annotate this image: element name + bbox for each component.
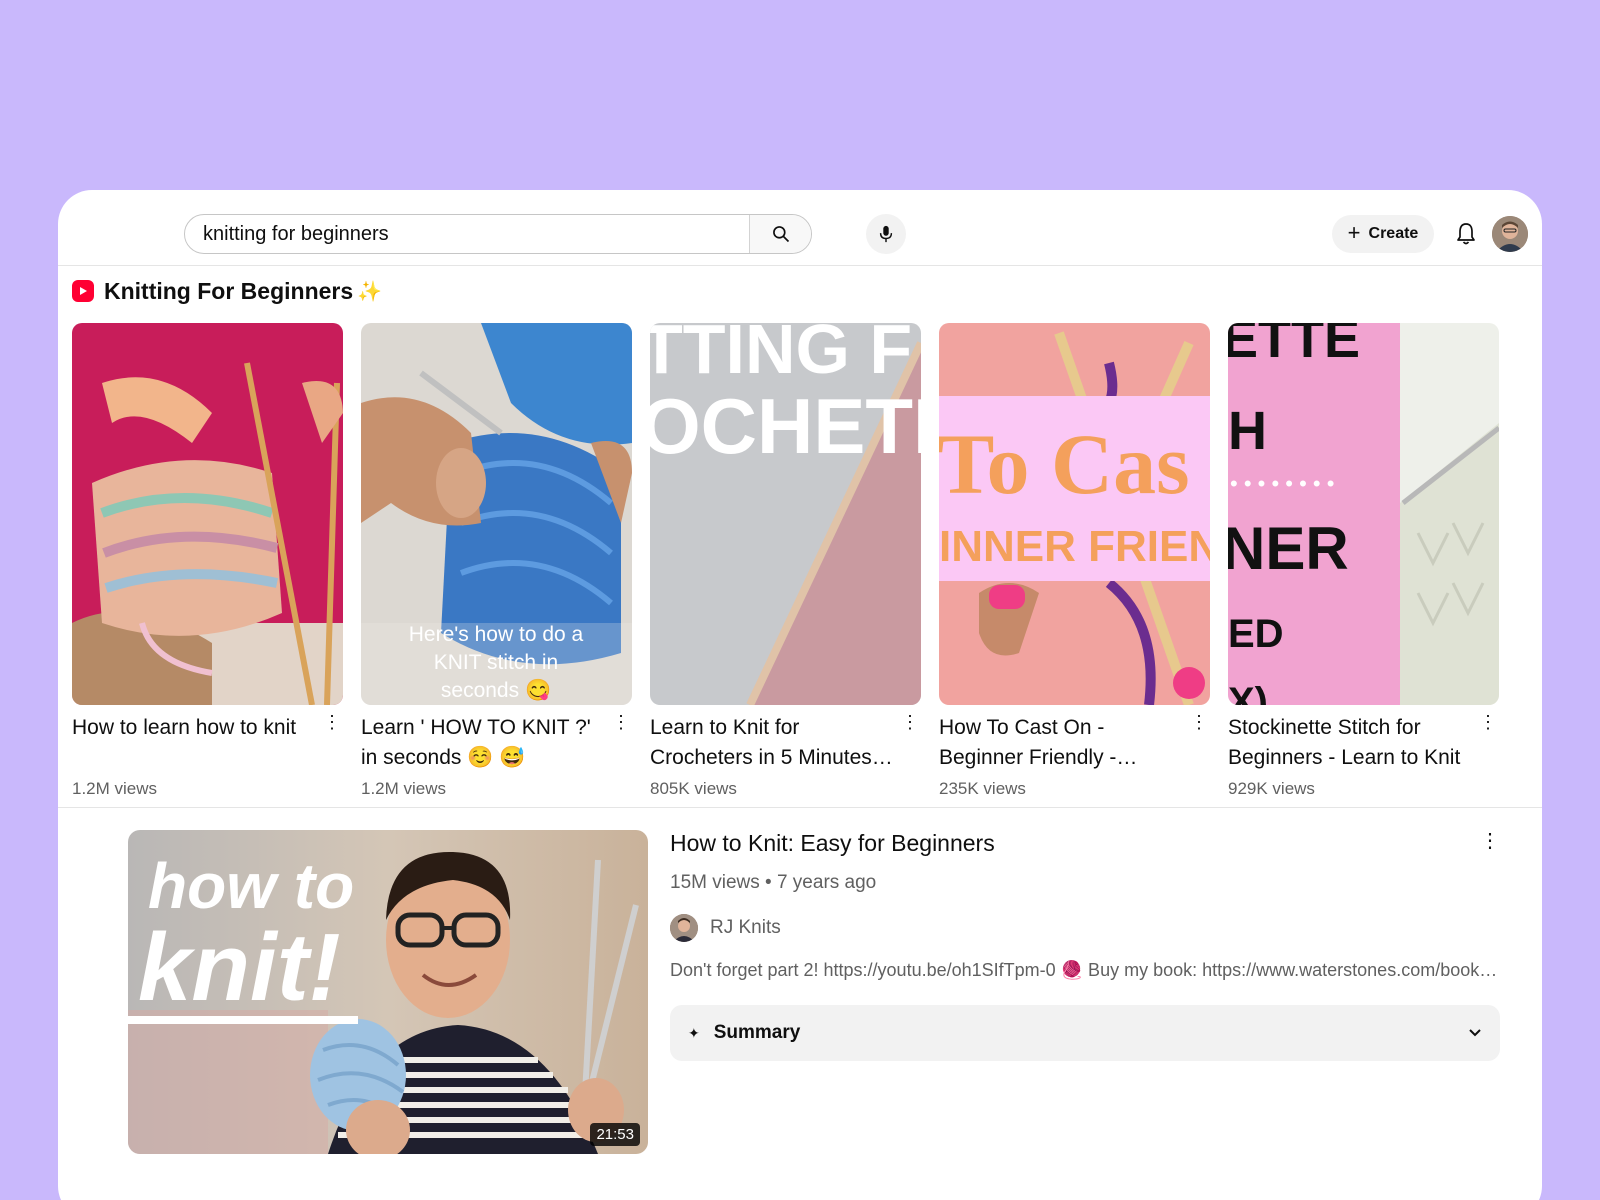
svg-text:• • • • • • • •: • • • • • • • • xyxy=(1230,471,1334,496)
video-description: Don't forget part 2! https://youtu.be/oh… xyxy=(670,960,1500,980)
summary-label: Summary xyxy=(713,1022,801,1043)
channel-link[interactable]: RJ Knits xyxy=(670,914,781,942)
short-title[interactable]: How To Cast On - Beginner Friendly -… xyxy=(939,713,1183,773)
sparkle-emoji: ✨ xyxy=(357,280,383,303)
short-thumbnail[interactable]: Here's how to do a KNIT stitch in second… xyxy=(361,323,632,705)
thumbnail-text-line1: how to xyxy=(148,850,354,922)
short-thumbnail[interactable]: ETTE H • • • • • • • • NER ED X) xyxy=(1228,323,1499,705)
more-options-icon[interactable]: ⋮ xyxy=(1479,713,1497,737)
more-options-icon[interactable]: ⋮ xyxy=(1190,713,1208,737)
more-options-icon[interactable]: ⋮ xyxy=(901,713,919,737)
svg-text:ED: ED xyxy=(1228,612,1284,656)
microphone-icon xyxy=(879,225,893,243)
notifications-button[interactable] xyxy=(1448,216,1484,252)
svg-text:OCHETE: OCHETE xyxy=(650,382,921,470)
svg-text:To Cas: To Cas xyxy=(939,416,1190,512)
summary-dropdown[interactable]: ✦ Summary xyxy=(670,1005,1500,1061)
svg-text:KNIT stitch in: KNIT stitch in xyxy=(434,651,558,674)
svg-text:TTING F: TTING F xyxy=(650,323,912,388)
short-thumbnail[interactable]: TTING F OCHETE xyxy=(650,323,921,705)
more-options-icon[interactable]: ⋮ xyxy=(612,713,630,737)
chevron-down-icon xyxy=(1469,1029,1481,1037)
more-options-icon[interactable]: ⋮ xyxy=(323,713,341,737)
short-title[interactable]: Learn ' HOW TO KNIT ?' in seconds ☺️ 😅 #… xyxy=(361,713,605,773)
shorts-shelf-header: Knitting For Beginners ✨ xyxy=(72,276,382,306)
shorts-logo-icon xyxy=(72,280,94,302)
short-thumbnail[interactable] xyxy=(72,323,343,705)
shorts-row: How to learn how to knit ⋮ 1.2M views He… xyxy=(72,323,1530,798)
create-button[interactable]: + Create xyxy=(1332,215,1434,253)
thumbnail-text-line2: knit! xyxy=(138,914,341,1021)
search-icon xyxy=(772,226,789,243)
user-avatar[interactable] xyxy=(1492,216,1528,252)
plus-icon: + xyxy=(1347,220,1361,245)
top-bar: × + Create xyxy=(58,190,1542,266)
create-label: Create xyxy=(1368,225,1419,242)
short-title[interactable]: Learn to Knit for Crocheters in 5 Minute… xyxy=(650,713,894,773)
short-card[interactable]: To Cas INNER FRIENI How To Cast On - Beg… xyxy=(939,323,1210,798)
more-options-icon[interactable]: ⋮ xyxy=(1480,828,1500,856)
video-meta: 15M views • 7 years ago xyxy=(670,872,877,893)
short-views: 929K views xyxy=(1228,779,1315,798)
search-button[interactable] xyxy=(749,215,811,253)
search-box[interactable]: × xyxy=(184,214,812,254)
avatar-image xyxy=(1492,216,1528,252)
voice-search-button[interactable] xyxy=(866,214,906,254)
short-card[interactable]: Here's how to do a KNIT stitch in second… xyxy=(361,323,632,798)
short-views: 235K views xyxy=(939,779,1026,798)
short-card[interactable]: ETTE H • • • • • • • • NER ED X) Stockin… xyxy=(1228,323,1499,798)
svg-text:NER: NER xyxy=(1228,515,1349,582)
channel-avatar[interactable] xyxy=(670,914,698,942)
browser-window: × + Create Knitting For Beginners ✨ xyxy=(58,190,1542,1200)
svg-text:ETTE: ETTE xyxy=(1228,323,1360,369)
shelf-title: Knitting For Beginners xyxy=(104,277,354,304)
video-thumbnail[interactable]: how to knit! 21:53 xyxy=(128,830,648,1154)
bell-icon xyxy=(1457,223,1475,245)
short-views: 805K views xyxy=(650,779,737,798)
sparkle-icon: ✦ xyxy=(688,1024,700,1041)
short-card[interactable]: How to learn how to knit ⋮ 1.2M views xyxy=(72,323,343,798)
channel-name[interactable]: RJ Knits xyxy=(710,917,781,939)
section-divider xyxy=(58,807,1542,808)
short-views: 1.2M views xyxy=(361,779,447,798)
svg-text:X): X) xyxy=(1228,680,1268,705)
search-input[interactable] xyxy=(203,215,743,253)
svg-text:Here's how to do a: Here's how to do a xyxy=(409,623,584,646)
svg-text:seconds 😋: seconds 😋 xyxy=(441,678,551,702)
short-title[interactable]: Stockinette Stitch for Beginners - Learn… xyxy=(1228,713,1472,773)
short-title[interactable]: How to learn how to knit xyxy=(72,713,316,773)
short-card[interactable]: TTING F OCHETE Learn to Knit for Crochet… xyxy=(650,323,921,798)
video-duration-badge: 21:53 xyxy=(590,1123,640,1146)
short-thumbnail[interactable]: To Cas INNER FRIENI xyxy=(939,323,1210,705)
video-title[interactable]: How to Knit: Easy for Beginners xyxy=(670,830,995,857)
short-views: 1.2M views xyxy=(72,779,158,798)
svg-text:H: H xyxy=(1228,401,1267,461)
svg-text:INNER FRIENI: INNER FRIENI xyxy=(939,522,1210,571)
